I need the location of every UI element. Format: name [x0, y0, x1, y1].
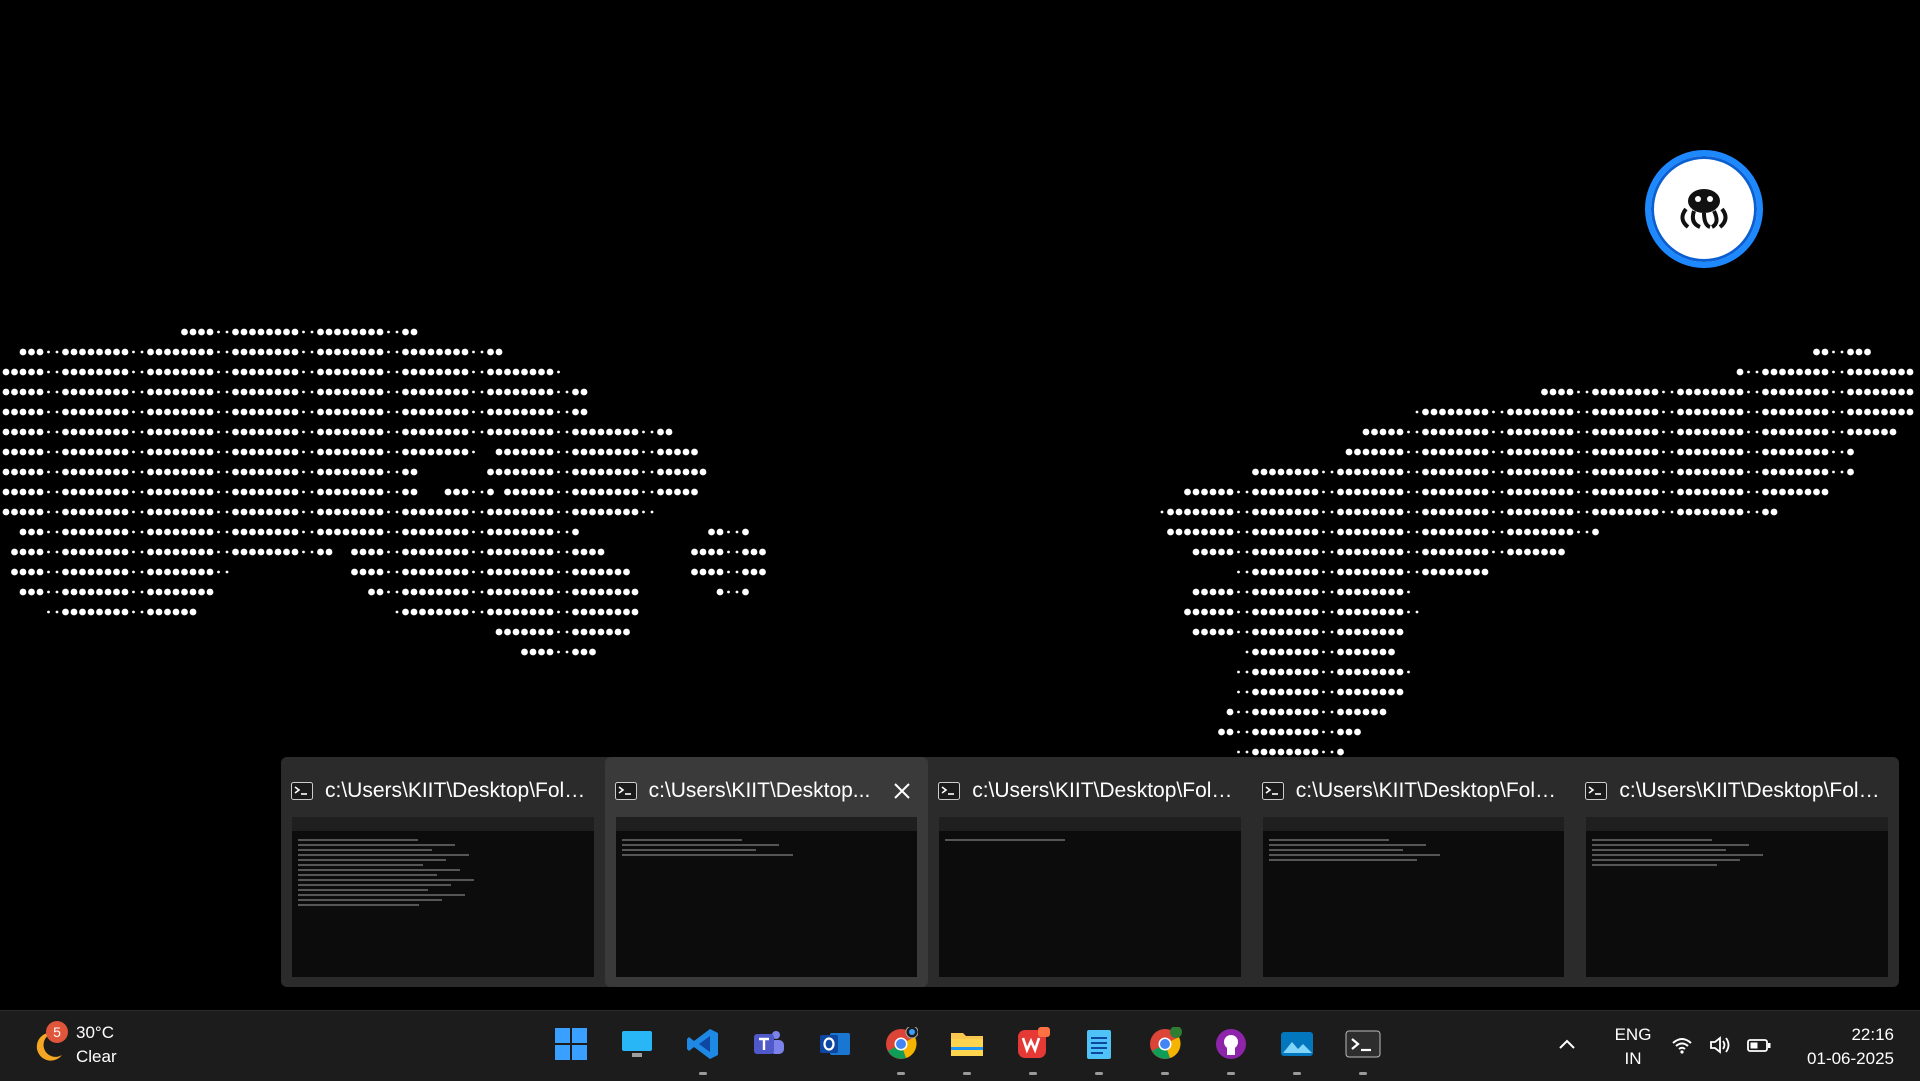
clock[interactable]: 22:16 01-06-2025: [1790, 1023, 1894, 1071]
taskbar-app-photos[interactable]: [1264, 1011, 1330, 1081]
terminal-icon: [1585, 782, 1608, 800]
floating-widget-bubble[interactable]: [1645, 150, 1763, 268]
terminal-icon: [291, 782, 313, 800]
file-explorer-icon: [949, 1027, 985, 1066]
window-preview[interactable]: c:\Users\KIIT\Desktop\Folde...: [1575, 757, 1899, 987]
show-hidden-icons-chevron-icon[interactable]: [1555, 1033, 1579, 1057]
vscode-icon: [686, 1027, 720, 1066]
octopus-icon: [1680, 189, 1728, 229]
window-preview-image: [939, 817, 1241, 977]
terminal-icon: [614, 782, 637, 800]
taskbar-app-wps-office[interactable]: [1000, 1011, 1066, 1081]
teams-icon: [752, 1027, 786, 1066]
window-preview-image: [615, 817, 918, 977]
taskbar-app-outlook[interactable]: [802, 1011, 868, 1081]
window-preview-title: c:\Users\KIIT\Desktop...: [648, 779, 871, 802]
taskbar-preview-panel: c:\Users\KIIT\Desktop\Folde... c:\Users\…: [281, 757, 1899, 987]
window-preview-title: c:\Users\KIIT\Desktop\Folde...: [972, 779, 1242, 802]
taskbar-app-vscode[interactable]: [670, 1011, 736, 1081]
terminal-icon: [1261, 782, 1284, 800]
region-code: IN: [1624, 1049, 1642, 1068]
window-preview[interactable]: c:\Users\KIIT\Desktop\Folde...: [281, 757, 605, 987]
outlook-icon: [818, 1027, 852, 1066]
github-desktop-icon: [1214, 1027, 1248, 1066]
language-indicator[interactable]: ENG IN: [1602, 1023, 1664, 1071]
weather-widget[interactable]: 5 30°C Clear: [28, 1021, 117, 1069]
photos-icon: [1279, 1027, 1315, 1066]
language-code: ENG: [1614, 1025, 1652, 1044]
running-indicator: [1293, 1072, 1301, 1075]
running-indicator: [699, 1072, 707, 1075]
terminal-icon: [938, 782, 961, 800]
window-preview-image: [1262, 817, 1565, 977]
battery-icon: [1747, 1039, 1771, 1052]
window-preview-title: c:\Users\KIIT\Desktop\Folde...: [325, 779, 595, 802]
taskbar: 5 30°C Clear ENG IN 22:16 01-06-2025: [0, 1010, 1920, 1081]
running-indicator: [897, 1072, 905, 1075]
wps-office-icon: [1016, 1026, 1050, 1066]
weather-badge: 5: [46, 1021, 68, 1043]
running-indicator: [1227, 1072, 1235, 1075]
window-preview-image: [292, 817, 594, 977]
taskbar-app-desktop[interactable]: [604, 1011, 670, 1081]
taskbar-app-notepad[interactable]: [1066, 1011, 1132, 1081]
chrome-profile-icon: [1148, 1025, 1182, 1066]
taskbar-app-start[interactable]: [538, 1011, 604, 1081]
window-preview-image: [1586, 817, 1888, 977]
taskbar-app-github-desktop[interactable]: [1198, 1011, 1264, 1081]
running-indicator: [1029, 1072, 1037, 1075]
weather-condition: Clear: [76, 1047, 117, 1066]
taskbar-app-chrome-profile[interactable]: [1132, 1011, 1198, 1081]
window-preview-title: c:\Users\KIIT\Desktop\Folde...: [1619, 779, 1889, 802]
weather-temperature: 30°C: [76, 1023, 114, 1042]
desktop-icon: [620, 1027, 654, 1066]
system-tray[interactable]: [1670, 1033, 1772, 1057]
taskbar-app-file-explorer[interactable]: [934, 1011, 1000, 1081]
terminal-icon: [1345, 1028, 1381, 1065]
window-preview[interactable]: c:\Users\KIIT\Desktop...: [604, 757, 929, 987]
clock-date: 01-06-2025: [1807, 1049, 1894, 1068]
running-indicator: [963, 1072, 971, 1075]
taskbar-app-chrome[interactable]: [868, 1011, 934, 1081]
close-icon[interactable]: [892, 781, 912, 801]
window-preview-title: c:\Users\KIIT\Desktop\Folde...: [1295, 779, 1566, 802]
window-preview[interactable]: c:\Users\KIIT\Desktop\Folde...: [928, 757, 1252, 987]
taskbar-app-teams[interactable]: [736, 1011, 802, 1081]
running-indicator: [1095, 1072, 1103, 1075]
wifi-icon: [1672, 1038, 1692, 1054]
taskbar-apps: [538, 1011, 1396, 1081]
notepad-icon: [1082, 1027, 1116, 1066]
volume-icon: [1710, 1036, 1730, 1054]
running-indicator: [1161, 1072, 1169, 1075]
chrome-icon: [884, 1025, 919, 1066]
moon-icon: 5: [28, 1021, 68, 1065]
running-indicator: [1359, 1072, 1367, 1075]
clock-time: 22:16: [1851, 1025, 1894, 1044]
window-preview[interactable]: c:\Users\KIIT\Desktop\Folde...: [1252, 757, 1576, 987]
start-icon: [554, 1027, 588, 1066]
taskbar-app-terminal[interactable]: [1330, 1011, 1396, 1081]
